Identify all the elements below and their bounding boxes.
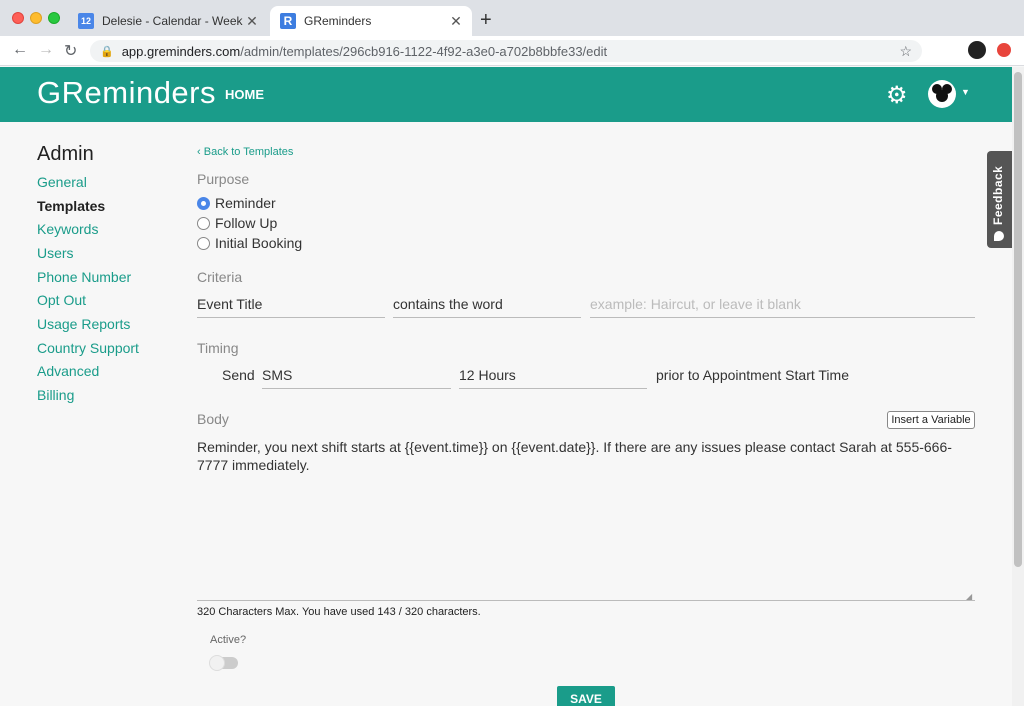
- purpose-label: Purpose: [197, 171, 250, 187]
- chat-bubble-icon: [994, 231, 1004, 241]
- radio-initial-booking[interactable]: Initial Booking: [197, 235, 302, 251]
- feedback-label: Feedback: [991, 165, 1005, 225]
- insert-variable-button[interactable]: Insert a Variable: [887, 411, 975, 429]
- greminders-icon: R: [280, 13, 296, 29]
- chevron-down-icon[interactable]: ▼: [961, 87, 970, 97]
- radio-label: Initial Booking: [215, 235, 303, 251]
- radio-label: Reminder: [215, 195, 276, 211]
- radio-follow-up[interactable]: Follow Up: [197, 215, 277, 231]
- calendar-icon: 12: [78, 13, 94, 29]
- sidebar-item-opt-out[interactable]: Opt Out: [37, 292, 86, 308]
- lock-icon: 🔒: [100, 45, 114, 58]
- body-label: Body: [197, 411, 229, 427]
- close-icon[interactable]: ✕: [244, 13, 260, 30]
- close-window-button[interactable]: [12, 12, 24, 24]
- criteria-operator-select[interactable]: contains the word: [393, 294, 581, 318]
- timing-suffix: prior to Appointment Start Time: [656, 367, 849, 383]
- radio-label: Follow Up: [215, 215, 278, 231]
- home-link[interactable]: HOME: [225, 87, 264, 102]
- star-icon[interactable]: ☆: [899, 43, 912, 60]
- back-to-templates-link[interactable]: ‹ Back to Templates: [197, 146, 293, 158]
- arrow-left-icon[interactable]: ←: [12, 41, 28, 59]
- feedback-tab[interactable]: Feedback: [987, 151, 1012, 248]
- back-link-label: Back to Templates: [203, 146, 294, 158]
- minimize-window-button[interactable]: [30, 12, 42, 24]
- url-host: app.greminders.com: [121, 43, 241, 59]
- sidebar-item-users[interactable]: Users: [37, 245, 74, 261]
- body-textarea[interactable]: Reminder, you next shift starts at {{eve…: [197, 438, 975, 601]
- chevron-left-icon: ‹: [197, 146, 201, 158]
- sidebar-item-templates[interactable]: Templates: [37, 198, 105, 214]
- tab-calendar[interactable]: 12 Delesie - Calendar - Week of Ma ✕: [68, 6, 268, 36]
- radio-reminder[interactable]: Reminder: [197, 195, 276, 211]
- sidebar-item-country-support[interactable]: Country Support: [37, 340, 139, 356]
- sidebar-item-usage-reports[interactable]: Usage Reports: [37, 316, 130, 332]
- tab-greminders[interactable]: R GReminders ✕: [270, 6, 472, 36]
- sidebar-title: Admin: [37, 143, 94, 165]
- tab-title: Delesie - Calendar - Week of Ma: [102, 14, 244, 28]
- page-scrollbar[interactable]: [1012, 67, 1024, 706]
- close-icon[interactable]: ✕: [448, 13, 464, 30]
- gear-icon[interactable]: ⚙: [886, 81, 908, 110]
- url-path: /admin/templates/296cb916-1122-4f92-a3e0…: [240, 43, 608, 59]
- criteria-value-input[interactable]: example: Haircut, or leave it blank: [590, 294, 975, 318]
- active-toggle[interactable]: [209, 655, 238, 671]
- address-bar: ← → ↻ 🔒 app.greminders.com/admin/templat…: [0, 36, 1024, 66]
- sidebar-item-general[interactable]: General: [37, 174, 87, 190]
- sidebar-item-phone-number[interactable]: Phone Number: [37, 269, 131, 285]
- arrow-right-icon[interactable]: →: [38, 41, 54, 59]
- url-input[interactable]: 🔒 app.greminders.com/admin/templates/296…: [90, 40, 922, 62]
- mickey-extension-icon[interactable]: [968, 41, 986, 59]
- sidebar-item-keywords[interactable]: Keywords: [37, 221, 98, 237]
- browser-tab-bar: 12 Delesie - Calendar - Week of Ma ✕ R G…: [0, 0, 1024, 36]
- maximize-window-button[interactable]: [48, 12, 60, 24]
- character-counter: 320 Characters Max. You have used 143 / …: [197, 606, 481, 618]
- app-header: GReminders HOME ⚙ ▼: [0, 67, 1012, 122]
- tab-title: GReminders: [304, 14, 372, 28]
- new-tab-button[interactable]: +: [480, 9, 492, 32]
- reload-icon[interactable]: ↻: [64, 41, 77, 61]
- logo[interactable]: GReminders: [37, 75, 216, 111]
- criteria-field-select[interactable]: Event Title: [197, 294, 385, 318]
- avatar[interactable]: [928, 80, 956, 108]
- resize-handle-icon[interactable]: ◢: [966, 592, 972, 601]
- radio-button[interactable]: [197, 236, 210, 250]
- sidebar-item-billing[interactable]: Billing: [37, 387, 74, 403]
- send-label: Send: [222, 367, 255, 383]
- radio-button[interactable]: [197, 196, 210, 210]
- criteria-label: Criteria: [197, 269, 243, 285]
- radio-button[interactable]: [197, 216, 210, 230]
- offset-select[interactable]: 12 Hours: [459, 365, 647, 389]
- timing-label: Timing: [197, 340, 239, 356]
- sidebar-item-advanced[interactable]: Advanced: [37, 363, 99, 379]
- save-button[interactable]: SAVE: [557, 686, 615, 706]
- channel-select[interactable]: SMS: [262, 365, 451, 389]
- extension-icon[interactable]: [997, 43, 1011, 57]
- active-label: Active?: [210, 634, 247, 646]
